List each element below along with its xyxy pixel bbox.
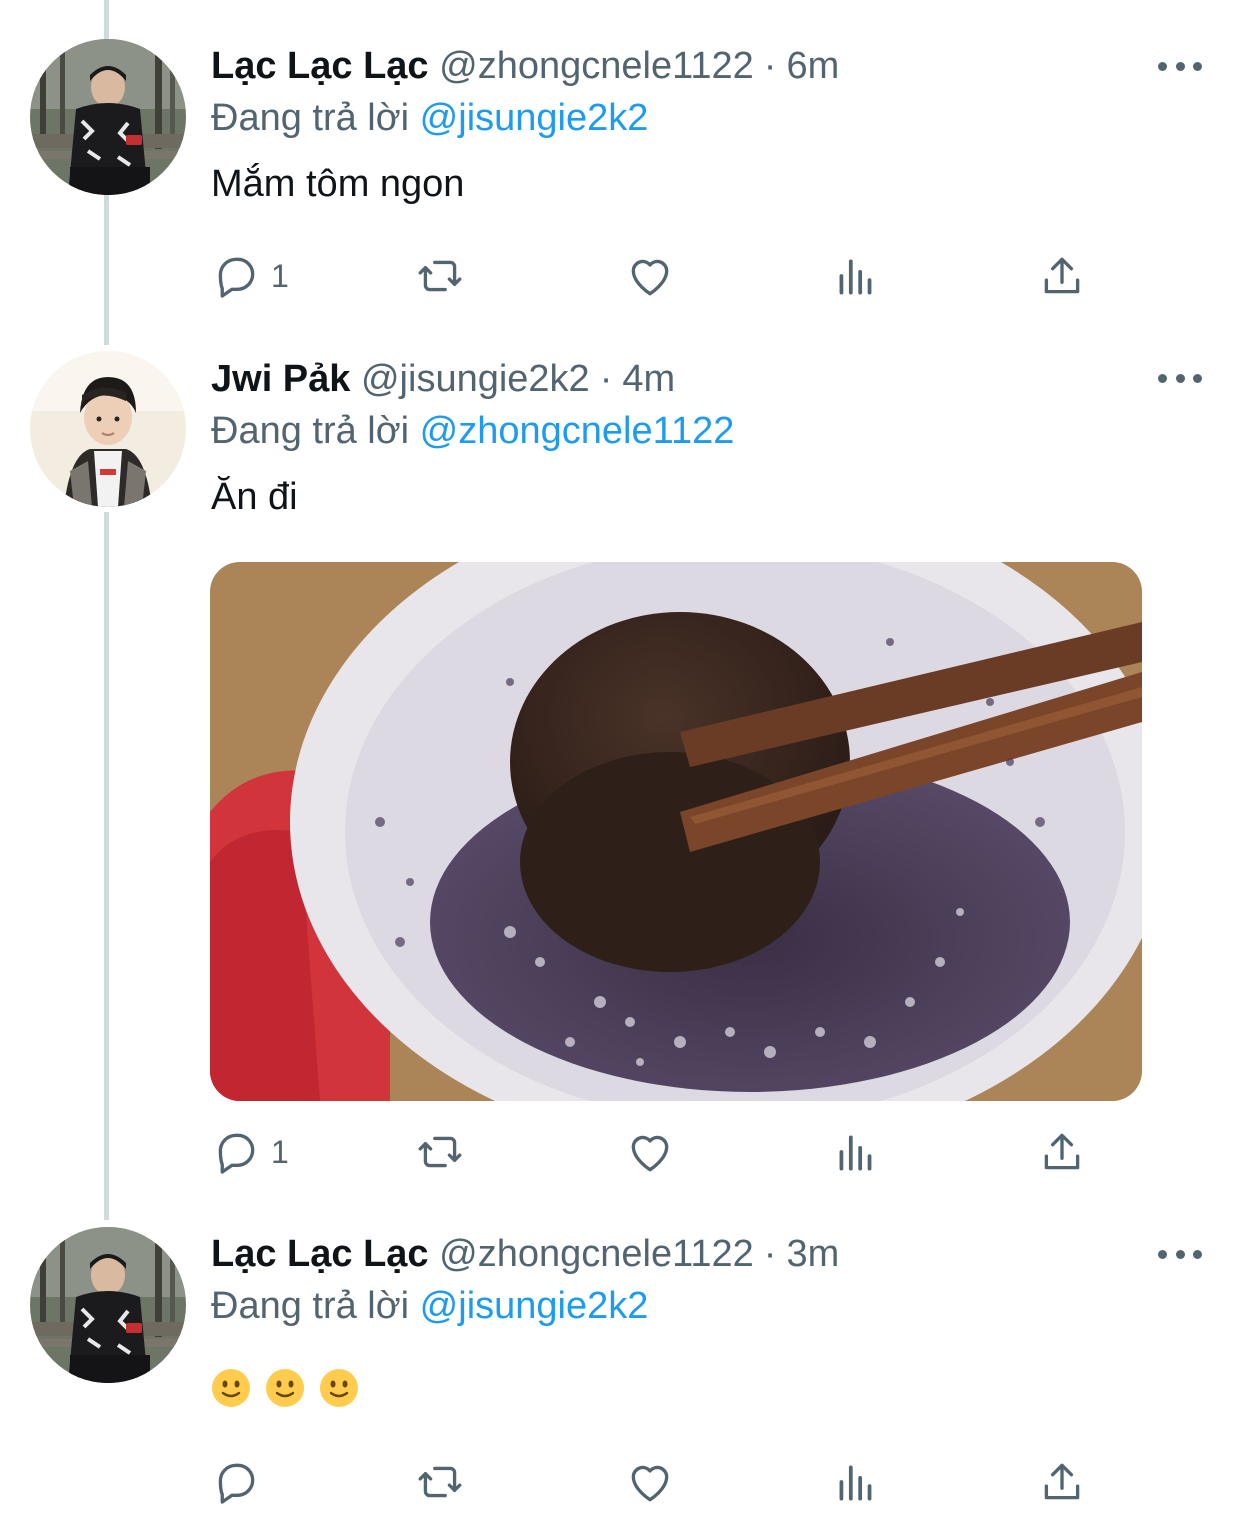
mention-link[interactable]: @jisungie2k2 [420,97,649,139]
tweet-text [211,1368,1142,1408]
views-button[interactable] [831,248,881,304]
mention-link[interactable]: @zhongcnele1122 [420,410,735,452]
like-button[interactable] [625,248,675,304]
views-icon [839,259,872,295]
share-icon [1044,1133,1080,1170]
replying-to-label: Đang trả lời [211,410,410,452]
retweet-icon [418,1466,462,1498]
share-button[interactable] [1037,248,1087,304]
retweet-button[interactable] [415,1454,465,1510]
slightly-smiling-face-icon [266,1369,304,1407]
separator-dot: · [763,1233,777,1275]
tweet-header: Jwi Pảk @jisungie2k2 · 4m [211,353,1142,405]
reply-icon [218,1133,255,1174]
tweet-actions: 1 [211,1124,1091,1180]
tweet[interactable]: Lạc Lạc Lạc @zhongcnele1122 · 6m Đang trả … [0,0,1242,345]
avatar[interactable] [30,39,186,195]
reply-button[interactable]: 1 [211,1124,289,1180]
slightly-smiling-face-icon [212,1369,250,1407]
user-handle[interactable]: @jisungie2k2 [361,358,590,400]
share-button[interactable] [1037,1454,1087,1510]
heart-icon [631,1135,669,1172]
views-button[interactable] [831,1454,881,1510]
more-icon [1158,1249,1167,1259]
like-button[interactable] [625,1454,675,1510]
replying-to: Đang trả lời @zhongcnele1122 [211,405,1142,457]
avatar[interactable] [30,1227,186,1383]
more-options-button[interactable] [1158,368,1202,388]
avatar-image [30,1227,186,1383]
reply-icon [218,257,255,298]
views-icon [839,1135,872,1171]
avatar[interactable] [30,351,186,507]
timestamp[interactable]: 4m [622,358,675,400]
like-button[interactable] [625,1124,675,1180]
tweet-text: Mắm tôm ngon [211,163,465,205]
tweet-actions [211,1454,1091,1510]
replying-to: Đang trả lời @jisungie2k2 [211,92,1142,144]
tweet-media-photo[interactable] [210,562,1142,1101]
replying-to-label: Đang trả lời [211,1285,410,1327]
slightly-smiling-face-icon [320,1369,358,1407]
more-icon [1158,61,1167,71]
replying-to: Đang trả lời @jisungie2k2 [211,1280,1142,1332]
retweet-button[interactable] [415,1124,465,1180]
tweet-actions: 1 [211,248,1091,304]
more-options-button[interactable] [1158,1244,1202,1264]
avatar-image [30,351,186,507]
display-name[interactable]: Jwi Pảk [211,358,350,400]
twitter-thread: Lạc Lạc Lạc @zhongcnele1122 · 6m Đang trả … [0,0,1242,1530]
views-icon [839,1465,872,1501]
reply-button[interactable]: 1 [211,248,289,304]
heart-icon [631,259,669,296]
more-icon [1158,373,1167,383]
timestamp[interactable]: 6m [786,45,839,87]
more-options-button[interactable] [1158,56,1202,76]
retweet-icon [418,1136,462,1168]
avatar-image [30,39,186,195]
timestamp[interactable]: 3m [786,1233,839,1275]
separator-dot: · [763,45,777,87]
share-icon [1044,257,1080,294]
views-button[interactable] [831,1124,881,1180]
retweet-icon [418,260,462,292]
user-handle[interactable]: @zhongcnele1122 [439,1233,754,1275]
separator-dot: · [599,358,613,400]
reply-count: 1 [271,1133,289,1170]
tweet-header: Lạc Lạc Lạc @zhongcnele1122 · 6m [211,40,1142,92]
reply-count: 1 [271,257,289,294]
display-name[interactable]: Lạc Lạc Lạc [211,45,429,87]
reply-button[interactable] [211,1454,271,1510]
reply-icon [218,1463,255,1504]
share-icon [1044,1463,1080,1500]
replying-to-label: Đang trả lời [211,97,410,139]
photo-image [210,562,1142,1101]
retweet-button[interactable] [415,248,465,304]
mention-link[interactable]: @jisungie2k2 [420,1285,649,1327]
display-name[interactable]: Lạc Lạc Lạc [211,1233,429,1275]
heart-icon [631,1465,669,1502]
share-button[interactable] [1037,1124,1087,1180]
tweet[interactable]: Lạc Lạc Lạc @zhongcnele1122 · 3m Đang trả … [0,1220,1242,1530]
tweet-header: Lạc Lạc Lạc @zhongcnele1122 · 3m [211,1228,1142,1280]
tweet-text: Ăn đi [211,476,298,518]
user-handle[interactable]: @zhongcnele1122 [439,45,754,87]
